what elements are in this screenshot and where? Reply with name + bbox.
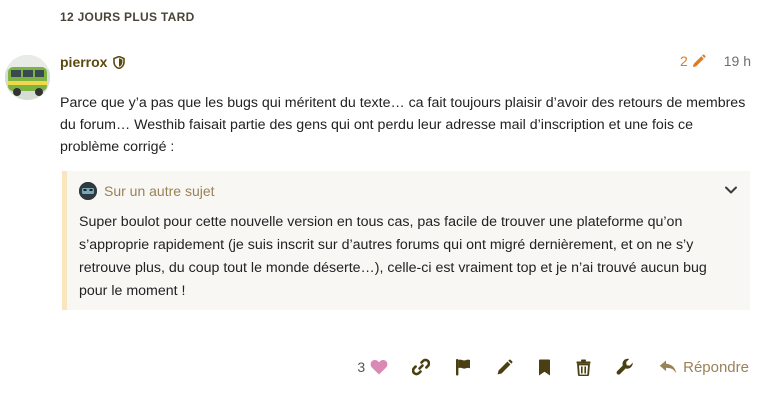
quote-block: Sur un autre sujet Super boulot pour cet… <box>62 171 750 310</box>
like-button[interactable]: 3 <box>357 359 388 375</box>
reply-button[interactable]: Répondre <box>659 359 749 376</box>
edit-count: 2 <box>679 53 688 69</box>
chevron-down-icon[interactable] <box>724 183 738 197</box>
avatar-image <box>5 55 50 100</box>
edit-history-button[interactable]: 2 <box>680 53 706 69</box>
wrench-icon[interactable] <box>616 358 634 376</box>
pencil-icon[interactable] <box>496 359 513 376</box>
quote-text: Super boulot pour cette nouvelle version… <box>79 214 707 299</box>
shield-icon <box>113 55 126 69</box>
post-actions: 3 Répondre <box>357 356 749 378</box>
heart-icon <box>370 359 388 375</box>
bookmark-icon[interactable] <box>538 359 551 376</box>
pencil-icon <box>691 53 706 69</box>
reply-label: Répondre <box>683 358 749 376</box>
quote-avatar <box>79 182 97 200</box>
username-link[interactable]: pierrox <box>60 54 107 70</box>
trash-icon[interactable] <box>576 359 591 376</box>
flag-icon[interactable] <box>455 358 471 376</box>
post-text: Parce que y’a pas que les bugs qui mérit… <box>60 95 746 155</box>
post-date[interactable]: 19 h <box>724 53 751 69</box>
avatar[interactable] <box>5 55 50 100</box>
like-count[interactable]: 3 <box>357 359 365 375</box>
reply-icon <box>659 360 677 374</box>
link-icon[interactable] <box>412 358 431 376</box>
time-gap-label: 12 JOURS PLUS TARD <box>60 10 195 24</box>
quote-source-link[interactable]: Sur un autre sujet <box>104 183 215 199</box>
